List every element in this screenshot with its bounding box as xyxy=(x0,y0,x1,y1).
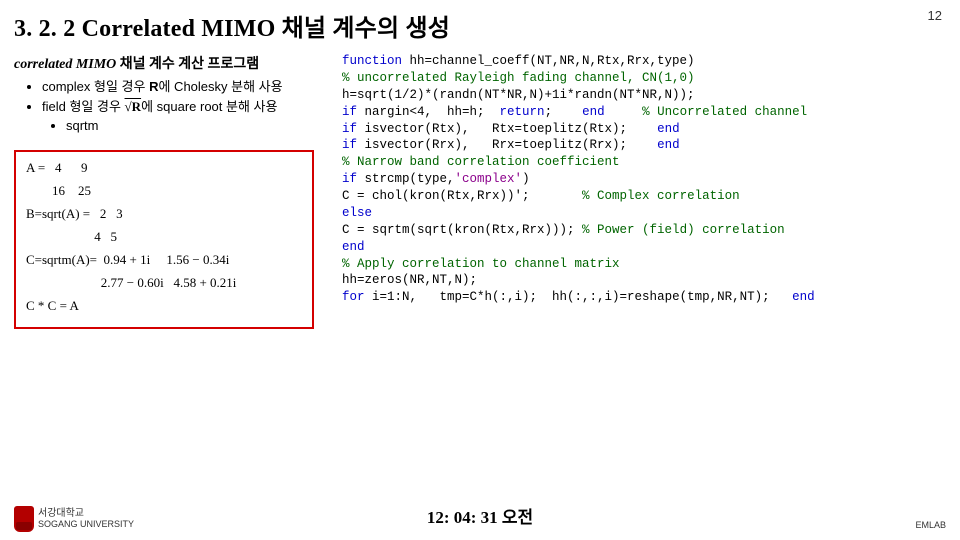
subheading-pre: correlated MIMO xyxy=(14,57,116,72)
b2-sqrt: √R xyxy=(125,99,142,114)
uni-kr: 서강대학교 xyxy=(38,509,134,520)
timestamp: 12: 04: 31 오전 xyxy=(427,503,533,528)
m-l1b: 16 25 xyxy=(26,181,302,201)
code-column: function hh=channel_coeff(NT,NR,N,Rtx,Rr… xyxy=(336,53,946,329)
university-logo: 서강대학교 SOGANG UNIVERSITY xyxy=(14,506,134,532)
subheading-post: 채널 계수 계산 프로그램 xyxy=(116,57,259,72)
slide-header: 3. 2. 2 Correlated MIMO 채널 계수의 생성 xyxy=(0,0,960,47)
m-l2b: 4 5 xyxy=(26,227,302,247)
m-l3b: 2.77 − 0.60i 4.58 + 0.21i xyxy=(26,273,302,293)
title-kr: 채널 계수의 생성 xyxy=(282,16,450,42)
code-block: function hh=channel_coeff(NT,NR,N,Rtx,Rr… xyxy=(342,53,946,306)
m-l1: A = 4 9 xyxy=(26,158,302,178)
b2-post: 에 square root 분해 사용 xyxy=(141,99,277,114)
university-name: 서강대학교 SOGANG UNIVERSITY xyxy=(38,509,134,529)
left-column: correlated MIMO 채널 계수 계산 프로그램 complex 형일… xyxy=(14,53,336,329)
lab-label: EMLAB xyxy=(915,520,946,530)
b1-post: 에 Cholesky 분해 사용 xyxy=(158,79,282,94)
bullet-2-sub: sqrtm xyxy=(66,116,336,136)
bullet-2: field 형일 경우 √R에 square root 분해 사용 sqrtm xyxy=(42,97,336,136)
title-en: Correlated MIMO xyxy=(82,16,276,42)
b1-pre: complex 형일 경우 xyxy=(42,79,149,94)
math-example-box: A = 4 9 16 25 B=sqrt(A) = 2 3 4 5 C=sqrt… xyxy=(14,150,314,330)
subheading: correlated MIMO 채널 계수 계산 프로그램 xyxy=(14,53,336,73)
page-title: 3. 2. 2 Correlated MIMO 채널 계수의 생성 xyxy=(14,8,450,43)
b2-pre: field 형일 경우 xyxy=(42,99,125,114)
bullet-1: complex 형일 경우 R에 Cholesky 분해 사용 xyxy=(42,77,336,97)
m-l3: C=sqrtm(A)= 0.94 + 1i 1.56 − 0.34i xyxy=(26,250,302,270)
m-l4: C * C = A xyxy=(26,296,302,316)
m-l2: B=sqrt(A) = 2 3 xyxy=(26,204,302,224)
page-number: 12 xyxy=(928,8,942,23)
shield-icon xyxy=(14,506,34,532)
section-number: 3. 2. 2 xyxy=(14,16,75,42)
uni-en: SOGANG UNIVERSITY xyxy=(38,520,134,529)
